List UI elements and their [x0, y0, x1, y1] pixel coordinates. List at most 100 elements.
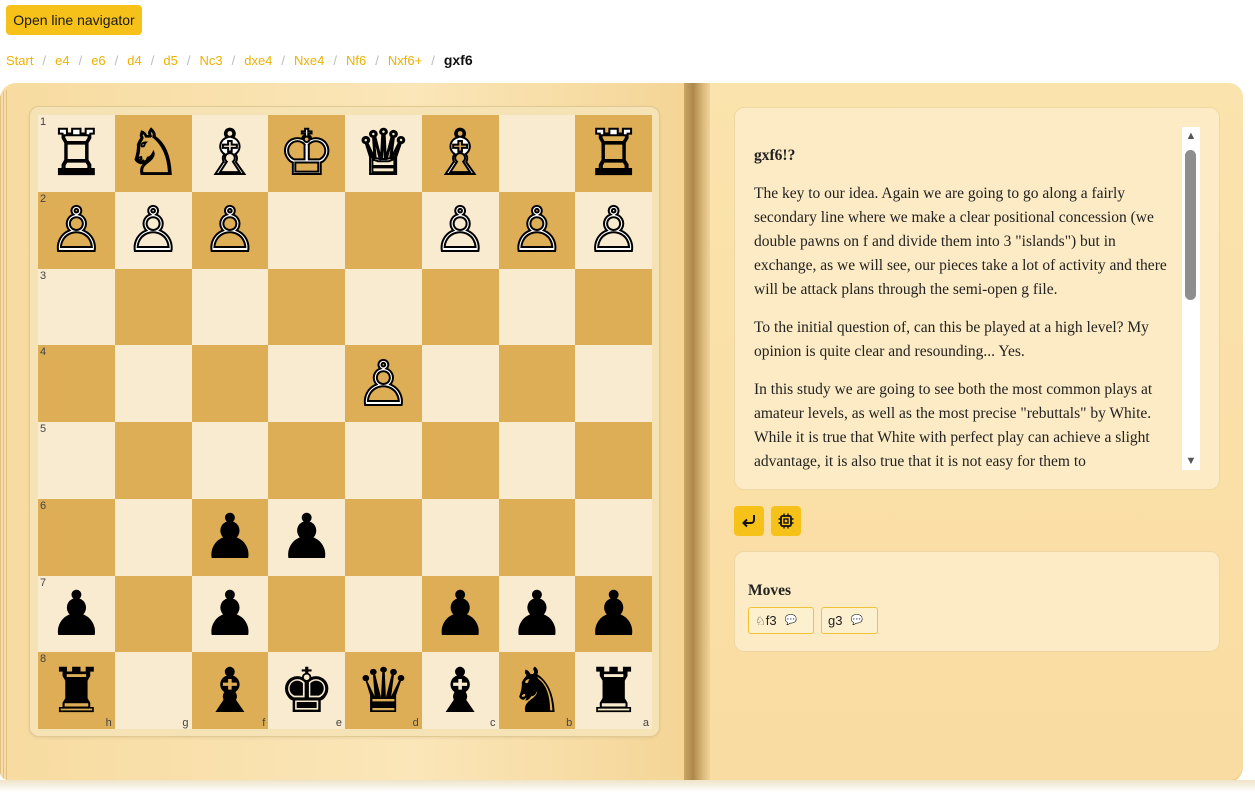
- board-square[interactable]: 7 ♟: [38, 575, 115, 653]
- board-square[interactable]: ♙: [114, 191, 192, 269]
- black-pawn-piece[interactable]: ♟: [202, 506, 258, 568]
- chessboard[interactable]: 1 ♖ ♘ ♗ ♔ ♕ ♗ ♖ 2 ♙ ♙ ♙ ♙ ♙ ♙ 3 4 ♙ 5 6 ♟ ♟ 7 ♟ ♟ ♟ ♟ ♟ 8 h ♜ g f ♝ e ♚ d ♛ c ♝…: [38, 115, 652, 729]
- board-square[interactable]: [345, 498, 422, 576]
- board-square[interactable]: [421, 422, 499, 499]
- board-square[interactable]: [114, 575, 192, 653]
- black-bishop-piece[interactable]: ♝: [202, 659, 258, 722]
- board-square[interactable]: [114, 422, 192, 499]
- board-square[interactable]: f ♝: [191, 652, 269, 729]
- board-square[interactable]: [191, 422, 269, 499]
- white-knight-piece[interactable]: ♘: [124, 121, 182, 185]
- board-square[interactable]: ♟: [268, 498, 345, 576]
- breadcrumb-item-move[interactable]: d5: [163, 53, 177, 68]
- board-square[interactable]: [345, 268, 422, 346]
- breadcrumb-item-start[interactable]: Start: [6, 53, 33, 68]
- black-pawn-piece[interactable]: ♟: [586, 582, 642, 645]
- board-square[interactable]: [268, 345, 345, 422]
- engine-button[interactable]: [771, 506, 801, 536]
- board-square[interactable]: [345, 191, 422, 269]
- breadcrumb-item-move[interactable]: e6: [91, 53, 105, 68]
- board-square[interactable]: g: [114, 652, 192, 729]
- breadcrumb-item-move[interactable]: Nxf6+: [388, 53, 422, 68]
- scrollbar-thumb[interactable]: [1185, 150, 1196, 300]
- black-bishop-piece[interactable]: ♝: [432, 659, 488, 722]
- board-square[interactable]: [268, 191, 345, 269]
- breadcrumb-item-move[interactable]: d4: [127, 53, 141, 68]
- white-pawn-piece[interactable]: ♙: [355, 351, 413, 415]
- white-bishop-piece[interactable]: ♗: [431, 121, 489, 185]
- white-pawn-piece[interactable]: ♙: [431, 198, 489, 262]
- black-rook-piece[interactable]: ♜: [49, 659, 105, 722]
- board-square[interactable]: [575, 422, 652, 499]
- board-square[interactable]: [268, 422, 345, 499]
- board-square[interactable]: [191, 268, 269, 346]
- board-square[interactable]: [498, 115, 576, 192]
- board-square[interactable]: [114, 498, 192, 576]
- board-square[interactable]: [498, 345, 576, 422]
- board-square[interactable]: ♘: [114, 115, 192, 192]
- board-square[interactable]: 1 ♖: [38, 115, 115, 192]
- board-square[interactable]: 4: [38, 345, 115, 422]
- board-square[interactable]: a ♜: [575, 652, 652, 729]
- board-square[interactable]: ♟: [421, 575, 499, 653]
- breadcrumb-item-move[interactable]: Nf6: [346, 53, 366, 68]
- board-square[interactable]: ♔: [268, 115, 345, 192]
- black-pawn-piece[interactable]: ♟: [49, 582, 105, 645]
- breadcrumb-item-move[interactable]: Nc3: [199, 53, 222, 68]
- white-pawn-piece[interactable]: ♙: [508, 198, 566, 262]
- white-pawn-piece[interactable]: ♙: [201, 198, 259, 262]
- white-pawn-piece[interactable]: ♙: [124, 198, 182, 262]
- white-king-piece[interactable]: ♔: [278, 121, 336, 185]
- scroll-down-icon[interactable]: ▼: [1184, 454, 1198, 468]
- move-option[interactable]: ♘ f3 💬: [748, 607, 814, 634]
- black-king-piece[interactable]: ♚: [279, 659, 335, 722]
- board-square[interactable]: [575, 498, 652, 576]
- white-pawn-piece[interactable]: ♙: [585, 198, 643, 262]
- breadcrumb-item-move[interactable]: dxe4: [244, 53, 272, 68]
- board-square[interactable]: [421, 268, 499, 346]
- board-square[interactable]: c ♝: [421, 652, 499, 729]
- board-square[interactable]: ♙: [421, 191, 499, 269]
- board-square[interactable]: [345, 575, 422, 653]
- board-square[interactable]: ♕: [345, 115, 422, 192]
- white-queen-piece[interactable]: ♕: [355, 121, 413, 185]
- black-pawn-piece[interactable]: ♟: [202, 582, 258, 645]
- white-bishop-piece[interactable]: ♗: [201, 121, 259, 185]
- board-square[interactable]: [421, 498, 499, 576]
- black-pawn-piece[interactable]: ♟: [509, 582, 565, 645]
- black-queen-piece[interactable]: ♛: [356, 659, 412, 722]
- board-square[interactable]: ♟: [498, 575, 576, 653]
- open-line-navigator-button[interactable]: Open line navigator: [6, 5, 142, 35]
- board-square[interactable]: e ♚: [268, 652, 345, 729]
- board-square[interactable]: 2 ♙: [38, 191, 115, 269]
- board-square[interactable]: [575, 345, 652, 422]
- board-square[interactable]: [268, 575, 345, 653]
- board-square[interactable]: ♗: [191, 115, 269, 192]
- board-square[interactable]: 8 h ♜: [38, 652, 115, 729]
- board-square[interactable]: [575, 268, 652, 346]
- white-pawn-piece[interactable]: ♙: [48, 198, 106, 262]
- breadcrumb-item-move[interactable]: Nxe4: [294, 53, 324, 68]
- black-pawn-piece[interactable]: ♟: [432, 582, 488, 645]
- board-square[interactable]: ♗: [421, 115, 499, 192]
- board-square[interactable]: [421, 345, 499, 422]
- board-square[interactable]: [191, 345, 269, 422]
- board-square[interactable]: [498, 498, 576, 576]
- board-square[interactable]: [498, 268, 576, 346]
- board-square[interactable]: ♙: [191, 191, 269, 269]
- board-square[interactable]: [345, 422, 422, 499]
- black-knight-piece[interactable]: ♞: [509, 659, 565, 722]
- move-option[interactable]: g3 💬: [821, 607, 878, 634]
- scroll-up-icon[interactable]: ▲: [1184, 129, 1198, 143]
- board-square[interactable]: [114, 345, 192, 422]
- board-square[interactable]: 3: [38, 268, 115, 346]
- board-square[interactable]: ♙: [498, 191, 576, 269]
- board-square[interactable]: ♖: [575, 115, 652, 192]
- board-square[interactable]: ♟: [191, 498, 269, 576]
- board-square[interactable]: ♟: [191, 575, 269, 653]
- breadcrumb-item-move[interactable]: e4: [55, 53, 69, 68]
- board-square[interactable]: [268, 268, 345, 346]
- board-square[interactable]: d ♛: [345, 652, 422, 729]
- back-button[interactable]: [734, 506, 764, 536]
- board-square[interactable]: b ♞: [498, 652, 576, 729]
